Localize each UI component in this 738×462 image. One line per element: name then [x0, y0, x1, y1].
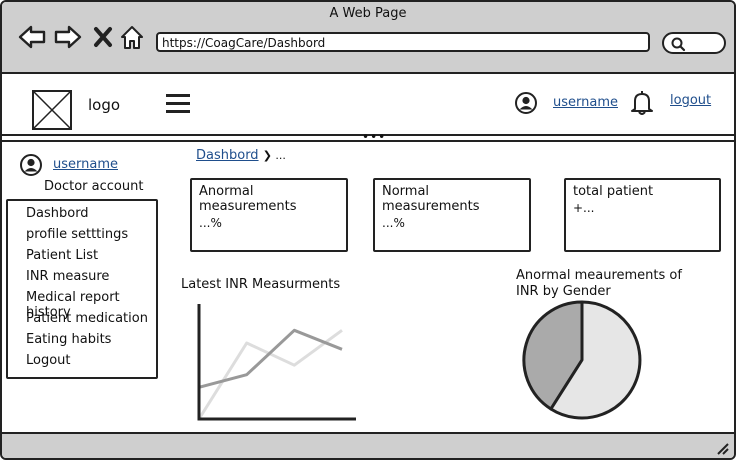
resize-grip-icon[interactable]: [712, 439, 730, 455]
close-icon[interactable]: [92, 24, 114, 50]
sidebar-username-link[interactable]: username: [53, 157, 118, 172]
browser-search-field[interactable]: [662, 32, 726, 54]
bell-icon[interactable]: [630, 90, 654, 116]
pie-chart-title-line1: Anormal meaurements of: [516, 268, 682, 283]
abnormal-measurements-card[interactable]: Anormal measurements ...%: [190, 178, 348, 252]
normal-measurements-card[interactable]: Normal measurements ...%: [373, 178, 531, 252]
forward-arrow-icon[interactable]: [54, 24, 82, 50]
sidebar-item-logout[interactable]: Logout: [26, 353, 71, 368]
sidebar-avatar-icon: [20, 154, 42, 176]
sidebar-item-profile-settings[interactable]: profile setttings: [26, 227, 128, 242]
sidebar-item-dashboard[interactable]: Dashbord: [26, 206, 89, 221]
sidebar-item-patient-list[interactable]: Patient List: [26, 248, 98, 263]
breadcrumb-separator-icon: ❯: [262, 149, 276, 162]
search-icon: [671, 37, 686, 52]
sidebar-menu: Dashbord profile setttings Patient List …: [6, 199, 158, 379]
back-arrow-icon[interactable]: [18, 24, 46, 50]
breadcrumb-dashboard-link[interactable]: Dashbord: [196, 148, 259, 163]
logo-text: logo: [88, 96, 121, 114]
url-input[interactable]: https://CoagCare/Dashbord: [156, 32, 650, 52]
inr-gender-pie-chart: [522, 300, 642, 420]
card-title: total patient: [573, 184, 654, 199]
line-chart-axes: [197, 304, 356, 421]
line-series-2: [197, 329, 343, 420]
browser-titlebar: A Web Page https://CoagCare/Dashbord: [2, 2, 734, 74]
hamburger-menu-icon[interactable]: [166, 94, 190, 114]
window-title: A Web Page: [329, 6, 407, 21]
line-series-1: [198, 328, 343, 389]
card-value: ...%: [382, 216, 405, 230]
line-chart-title: Latest INR Measurments: [181, 277, 341, 292]
drag-dots-icon: •••: [362, 130, 387, 144]
account-type-label: Doctor account: [44, 179, 144, 194]
header-username-link[interactable]: username: [553, 95, 618, 110]
card-value: ...%: [199, 216, 222, 230]
splitter-handle[interactable]: •••: [2, 130, 734, 144]
home-icon[interactable]: [120, 24, 144, 50]
app-header: logo username logout: [2, 74, 734, 136]
card-title: Anormal measurements: [199, 184, 297, 214]
user-avatar-icon: [515, 92, 537, 114]
total-patient-card[interactable]: total patient +...: [564, 178, 721, 252]
sidebar-item-inr-measure[interactable]: INR measure: [26, 269, 109, 284]
browser-statusbar: [2, 432, 734, 458]
sidebar-item-patient-medication[interactable]: Patient medication: [26, 311, 148, 326]
breadcrumb: Dashbord ❯ ...: [196, 148, 286, 163]
sidebar-item-eating-habits[interactable]: Eating habits: [26, 332, 111, 347]
inr-line-chart: [197, 304, 356, 421]
browser-window: A Web Page https://CoagCare/Dashbord log…: [0, 0, 736, 460]
card-value: +...: [573, 201, 595, 215]
breadcrumb-next: ...: [275, 149, 286, 162]
header-logout-link[interactable]: logout: [670, 93, 711, 108]
card-title: Normal measurements: [382, 184, 480, 214]
pie-chart-title-line2: INR by Gender: [516, 284, 611, 299]
logo-image: [32, 90, 72, 130]
